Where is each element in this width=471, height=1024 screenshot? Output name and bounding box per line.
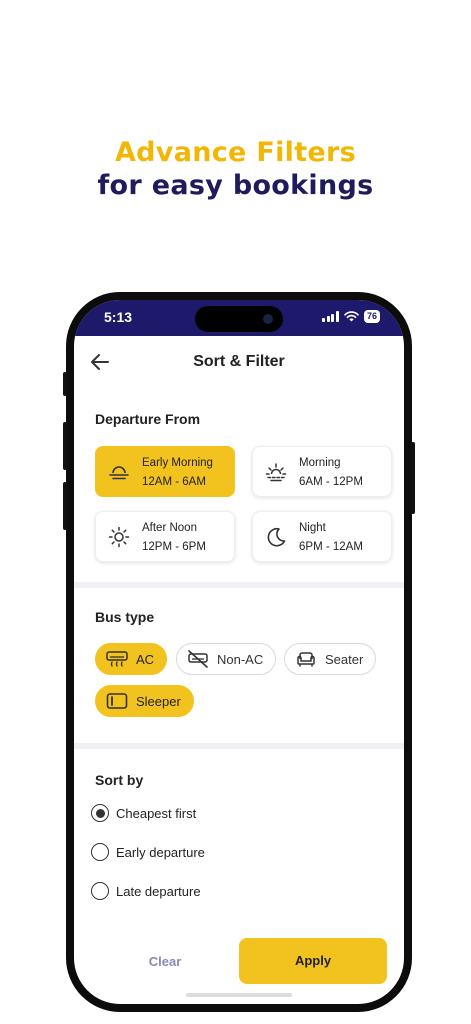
non-ac-icon <box>188 650 208 668</box>
top-bar: Sort & Filter <box>74 336 404 392</box>
sun-rising-icon <box>265 463 287 482</box>
ac-icon <box>106 651 128 667</box>
departure-option-early-morning[interactable]: Early Morning 12AM - 6AM <box>95 446 235 497</box>
wifi-icon <box>344 311 359 322</box>
clear-button[interactable]: Clear <box>115 946 215 978</box>
departure-option-range: 6AM - 12PM <box>299 476 363 488</box>
status-icons: 76 <box>322 310 380 323</box>
headline-line-2: for easy bookings <box>97 170 374 201</box>
bus-type-chip-seater[interactable]: Seater <box>284 643 377 675</box>
chip-label: AC <box>136 651 155 667</box>
home-indicator <box>186 993 292 997</box>
bus-type-chip-non-ac[interactable]: Non-AC <box>176 643 277 675</box>
sort-option-label: Early departure <box>116 844 205 860</box>
departure-option-label: After Noon <box>142 522 197 534</box>
phone-volume-up <box>63 422 67 470</box>
bus-type-chip-ac[interactable]: AC <box>95 643 168 675</box>
phone-frame: 5:13 76 Sort & Filter Departure From Ear… <box>63 292 415 1012</box>
phone-silent-switch <box>63 372 67 396</box>
phone-power-button <box>411 442 415 514</box>
departure-section-title: Departure From <box>95 411 201 427</box>
headline-line-1: Advance Filters <box>114 137 357 168</box>
departure-option-range: 12AM - 6AM <box>142 476 206 488</box>
section-divider <box>74 582 404 588</box>
sort-option-cheapest[interactable]: Cheapest first <box>91 804 196 822</box>
section-divider <box>74 743 404 749</box>
battery-indicator: 76 <box>363 310 380 323</box>
departure-option-label: Early Morning <box>142 457 213 469</box>
status-bar: 5:13 76 <box>74 300 404 336</box>
departure-option-label: Night <box>299 522 326 534</box>
departure-option-range: 6PM - 12AM <box>299 541 363 553</box>
sort-option-label: Late departure <box>116 883 201 899</box>
moon-icon <box>267 527 286 547</box>
sort-option-late-departure[interactable]: Late departure <box>91 882 201 900</box>
signal-icon <box>322 311 339 322</box>
page-title: Sort & Filter <box>193 353 285 370</box>
seat-icon <box>297 652 315 667</box>
promo-page: Advance Filters for easy bookings 5:13 7… <box>0 0 471 1024</box>
departure-option-night[interactable]: Night 6PM - 12AM <box>252 511 392 562</box>
bus-type-section-title: Bus type <box>95 609 155 625</box>
bus-type-chip-sleeper[interactable]: Sleeper <box>95 685 194 717</box>
headline: Advance Filters for easy bookings <box>0 136 471 202</box>
sunrise-icon <box>109 466 129 480</box>
sort-option-label: Cheapest first <box>116 805 197 821</box>
sun-icon <box>108 526 130 548</box>
sort-option-early-departure[interactable]: Early departure <box>91 843 205 861</box>
sleeper-icon <box>106 693 128 709</box>
phone-volume-down <box>63 482 67 530</box>
radio-button-selected[interactable] <box>91 804 109 822</box>
chip-label: Seater <box>325 651 364 667</box>
chip-label: Sleeper <box>136 693 181 709</box>
departure-option-morning[interactable]: Morning 6AM - 12PM <box>252 446 392 497</box>
status-time: 5:13 <box>104 309 133 325</box>
camera-icon <box>263 314 273 324</box>
chip-label: Non-AC <box>217 651 264 667</box>
radio-button[interactable] <box>91 882 109 900</box>
dynamic-island <box>195 306 283 332</box>
departure-option-label: Morning <box>299 457 341 469</box>
departure-option-afternoon[interactable]: After Noon 12PM - 6PM <box>95 511 235 562</box>
apply-button[interactable]: Apply <box>239 938 387 984</box>
radio-button[interactable] <box>91 843 109 861</box>
phone-screen: 5:13 76 Sort & Filter Departure From Ear… <box>74 300 404 1004</box>
departure-option-range: 12PM - 6PM <box>142 541 206 553</box>
sort-section-title: Sort by <box>95 772 144 788</box>
